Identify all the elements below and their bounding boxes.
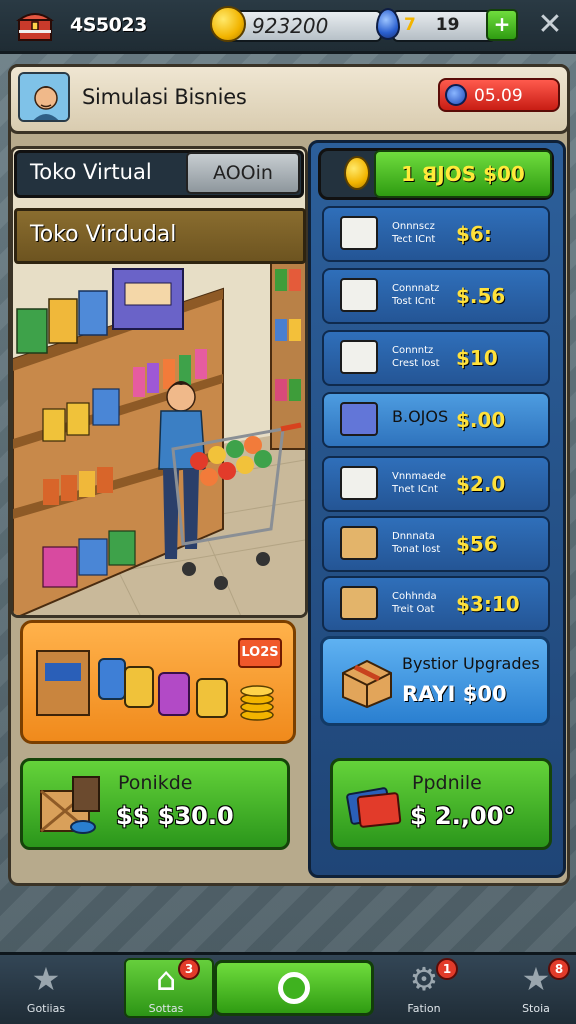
store-action-button[interactable]: AOOin <box>186 152 300 194</box>
shop-item-label: Cohhnda Treit Oat <box>392 591 437 615</box>
nav-label: Sottas <box>148 1002 184 1015</box>
coin-balance: 923200 <box>252 14 329 38</box>
shop-item-label: Connntz Crest Iost <box>392 345 440 369</box>
treasure-chest-icon[interactable] <box>16 8 54 44</box>
shop-item-icon <box>340 586 378 620</box>
star-icon: ★ <box>31 960 61 998</box>
badge-gem-icon <box>445 84 467 106</box>
add-currency-button[interactable]: + <box>486 9 518 41</box>
player-avatar[interactable] <box>18 72 70 122</box>
shop-item-price: $56 <box>456 532 498 556</box>
shop-item-label: B.OJOS <box>392 407 449 426</box>
shop-item-label: Connnatz Tost ICnt <box>392 283 440 307</box>
buy-left-price: $$ $30.0 <box>116 802 234 830</box>
shop-item-price: $10 <box>456 346 498 370</box>
buy-right-price: $ 2.,00° <box>410 802 516 830</box>
nav-notification-badge: 8 <box>548 958 570 980</box>
shop-item-price: $.00 <box>456 408 506 432</box>
cards-icon <box>346 787 402 828</box>
shop-item-label: Onnnscz Tect ICnt <box>392 221 436 245</box>
promo-tag: LO2S <box>238 638 282 668</box>
nav-label: Stoia <box>522 1002 550 1015</box>
shop-item-price: $2.0 <box>456 472 506 496</box>
shop-item-icon <box>340 216 378 250</box>
shop-head-button[interactable]: 1 ꓭJOS $00 <box>374 150 552 198</box>
nav-center-ring-icon <box>278 972 310 1004</box>
close-button[interactable]: ✕ <box>536 8 564 42</box>
buy-left-label: Ponikde <box>118 772 193 794</box>
shop-item-icon <box>340 278 378 312</box>
shop-coin-icon <box>344 156 370 190</box>
page-title: Simulasi Bisnies <box>82 85 247 109</box>
top-counter: 4S5023 <box>70 14 147 36</box>
upgrade-price: RAYI $00 <box>402 682 507 706</box>
gem-count: 19 <box>435 15 460 35</box>
store-name: Toko Virdudal <box>30 222 177 247</box>
shop-item-label: Dnnnata Tonat Iost <box>392 531 441 555</box>
shop-item-icon <box>340 526 378 560</box>
gem-balance: 7 19 <box>404 15 459 35</box>
coin-icon <box>210 6 246 42</box>
store-title: Toko Virtual <box>30 160 152 184</box>
gem-icon <box>376 8 400 40</box>
header-badge-value: 05.09 <box>474 86 523 106</box>
upgrade-title: Bystior Upgrades <box>402 654 540 673</box>
gem-level: 7 <box>404 15 416 35</box>
shop-item-price: $6: <box>456 222 492 246</box>
nav-notification-badge: 1 <box>436 958 458 980</box>
buy-right-label: Ppdnile <box>412 772 482 794</box>
shop-item-label: Vnnmaede Tnet ICnt <box>392 471 447 495</box>
avatar-portrait-icon <box>20 74 68 120</box>
nav-label: Fation <box>407 1002 441 1015</box>
nav-notification-badge: 3 <box>178 958 200 980</box>
shop-item-icon <box>340 402 378 436</box>
package-icon <box>342 659 392 709</box>
shop-item-price: $.56 <box>456 284 506 308</box>
upgrades-card[interactable] <box>320 636 550 726</box>
shop-item-icon <box>340 466 378 500</box>
nav-label: Gotiias <box>26 1002 66 1015</box>
crate-icon <box>40 776 100 834</box>
shop-item-price: $3:10 <box>456 592 520 616</box>
shop-item-icon <box>340 340 378 374</box>
